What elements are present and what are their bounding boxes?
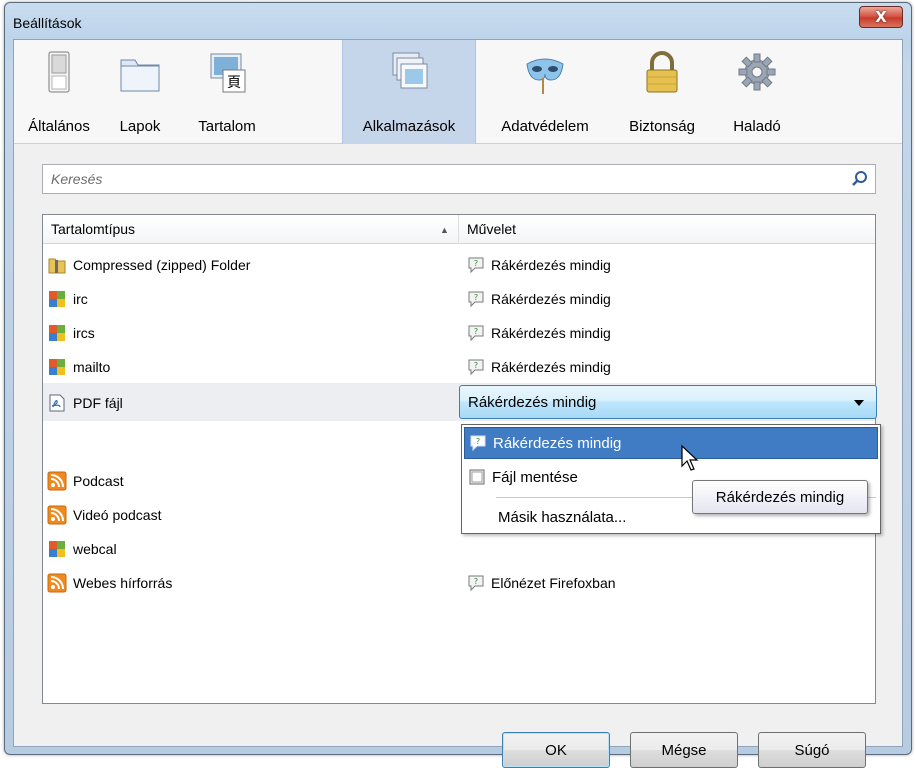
mouse-cursor-icon bbox=[681, 444, 699, 471]
dropdown-value: Rákérdezés mindig bbox=[468, 394, 597, 411]
column-header-action[interactable]: Művelet bbox=[467, 221, 516, 237]
pdf-icon bbox=[49, 394, 65, 412]
switch-icon bbox=[48, 51, 70, 93]
search-icon[interactable] bbox=[851, 170, 869, 188]
ask-icon: ? bbox=[468, 257, 484, 274]
option-label: Fájl mentése bbox=[492, 468, 578, 486]
tab-label: Adatvédelem bbox=[501, 118, 589, 135]
app-icon bbox=[49, 541, 65, 557]
tab-content[interactable]: 頁 Tartalom bbox=[180, 40, 274, 144]
tab-label: Biztonság bbox=[629, 118, 695, 135]
tab-advanced[interactable]: Haladó bbox=[714, 40, 800, 144]
tooltip: Rákérdezés mindig bbox=[692, 480, 868, 514]
mask-icon bbox=[526, 58, 564, 94]
table-row[interactable]: Compressed (zipped) Folder ? Rákérdezés … bbox=[43, 247, 875, 281]
search-input[interactable] bbox=[49, 168, 839, 190]
content-icon: 頁 bbox=[210, 53, 246, 93]
svg-text:?: ? bbox=[474, 293, 478, 302]
svg-text:?: ? bbox=[474, 327, 478, 336]
content-type-label: Compressed (zipped) Folder bbox=[73, 257, 251, 273]
content-type-label: ircs bbox=[73, 325, 95, 341]
tab-label: Alkalmazások bbox=[362, 118, 456, 135]
content-type-label: irc bbox=[73, 291, 88, 307]
content-type-label: PDF fájl bbox=[73, 395, 123, 411]
content-type-label: mailto bbox=[73, 359, 111, 375]
rss-icon bbox=[47, 573, 67, 593]
help-button[interactable]: Súgó bbox=[758, 732, 866, 768]
svg-text:?: ? bbox=[476, 437, 480, 446]
tab-label: Lapok bbox=[119, 118, 161, 135]
chevron-down-icon bbox=[854, 400, 864, 406]
close-icon: X bbox=[875, 8, 887, 26]
table-row[interactable]: webcal bbox=[43, 531, 875, 565]
rss-icon bbox=[47, 471, 67, 491]
option-label: Rákérdezés mindig bbox=[493, 434, 622, 452]
svg-text:?: ? bbox=[474, 577, 478, 586]
svg-text:?: ? bbox=[474, 361, 478, 370]
svg-text:?: ? bbox=[474, 259, 478, 268]
zip-folder-icon bbox=[48, 258, 66, 274]
window-title: Beállítások bbox=[13, 15, 82, 31]
action-label: Rákérdezés mindig bbox=[491, 325, 611, 341]
column-header-type[interactable]: Tartalomtípus bbox=[51, 221, 135, 237]
content-type-label: Videó podcast bbox=[73, 507, 162, 523]
tab-applications[interactable]: Alkalmazások bbox=[342, 40, 476, 144]
content-type-label: webcal bbox=[73, 541, 117, 557]
ok-button[interactable]: OK bbox=[502, 732, 610, 768]
close-button[interactable]: X bbox=[859, 6, 903, 28]
dropdown-list: ? Rákérdezés mindig Fájl mentése Másik h… bbox=[461, 424, 881, 534]
content-type-label: Webes hírforrás bbox=[73, 575, 173, 591]
save-file-icon bbox=[469, 469, 485, 485]
applications-icon bbox=[392, 52, 428, 89]
dropdown-option-ask[interactable]: ? Rákérdezés mindig bbox=[464, 427, 878, 459]
app-icon bbox=[49, 291, 65, 307]
tab-label: Általános bbox=[28, 118, 90, 135]
tabs-icon bbox=[120, 59, 160, 92]
tab-general[interactable]: Általános bbox=[18, 40, 100, 144]
preview-icon: ? bbox=[468, 575, 484, 592]
ask-icon: ? bbox=[468, 325, 484, 342]
svg-text:頁: 頁 bbox=[227, 75, 241, 91]
cancel-button[interactable]: Mégse bbox=[630, 732, 738, 768]
ask-icon: ? bbox=[468, 291, 484, 308]
action-label: Rákérdezés mindig bbox=[491, 257, 611, 273]
tab-privacy[interactable]: Adatvédelem bbox=[490, 40, 600, 144]
ask-icon: ? bbox=[468, 359, 484, 376]
category-toolbar: Általános Lapok 頁 Tartalom Alkalmazások … bbox=[14, 40, 902, 144]
action-label: Rákérdezés mindig bbox=[491, 291, 611, 307]
action-dropdown[interactable]: Rákérdezés mindig bbox=[459, 385, 877, 419]
action-label: Rákérdezés mindig bbox=[491, 359, 611, 375]
tab-label: Haladó bbox=[733, 118, 781, 135]
ask-icon: ? bbox=[470, 435, 486, 452]
table-row[interactable]: irc ? Rákérdezés mindig bbox=[43, 281, 875, 315]
table-row-selected[interactable]: PDF fájl Rákérdezés mindig bbox=[43, 383, 877, 421]
tab-tabs[interactable]: Lapok bbox=[102, 40, 178, 144]
search-box bbox=[42, 164, 876, 194]
action-label: Előnézet Firefoxban bbox=[491, 575, 616, 591]
gear-icon bbox=[738, 53, 776, 91]
tooltip-text: Rákérdezés mindig bbox=[715, 488, 845, 506]
settings-window: Beállítások X Általános Lapok 頁 Tartalom… bbox=[4, 2, 912, 768]
table-row[interactable]: mailto ? Rákérdezés mindig bbox=[43, 349, 875, 383]
app-icon bbox=[49, 325, 65, 341]
tab-label: Tartalom bbox=[198, 118, 256, 135]
dialog-body: Általános Lapok 頁 Tartalom Alkalmazások … bbox=[13, 39, 903, 768]
app-icon bbox=[49, 359, 65, 375]
content-type-label: Podcast bbox=[73, 473, 124, 489]
option-label: Másik használata... bbox=[498, 508, 627, 526]
column-divider[interactable] bbox=[458, 215, 459, 244]
table-header: Tartalomtípus ▲ Művelet bbox=[43, 215, 875, 244]
table-row[interactable]: Webes hírforrás ? Előnézet Firefoxban bbox=[43, 565, 875, 599]
lock-icon bbox=[646, 51, 678, 93]
sort-arrow-icon: ▲ bbox=[440, 225, 449, 235]
rss-icon bbox=[47, 505, 67, 525]
tab-security[interactable]: Biztonság bbox=[614, 40, 710, 144]
table-row[interactable]: ircs ? Rákérdezés mindig bbox=[43, 315, 875, 349]
title-bar[interactable]: Beállítások X bbox=[5, 3, 911, 43]
